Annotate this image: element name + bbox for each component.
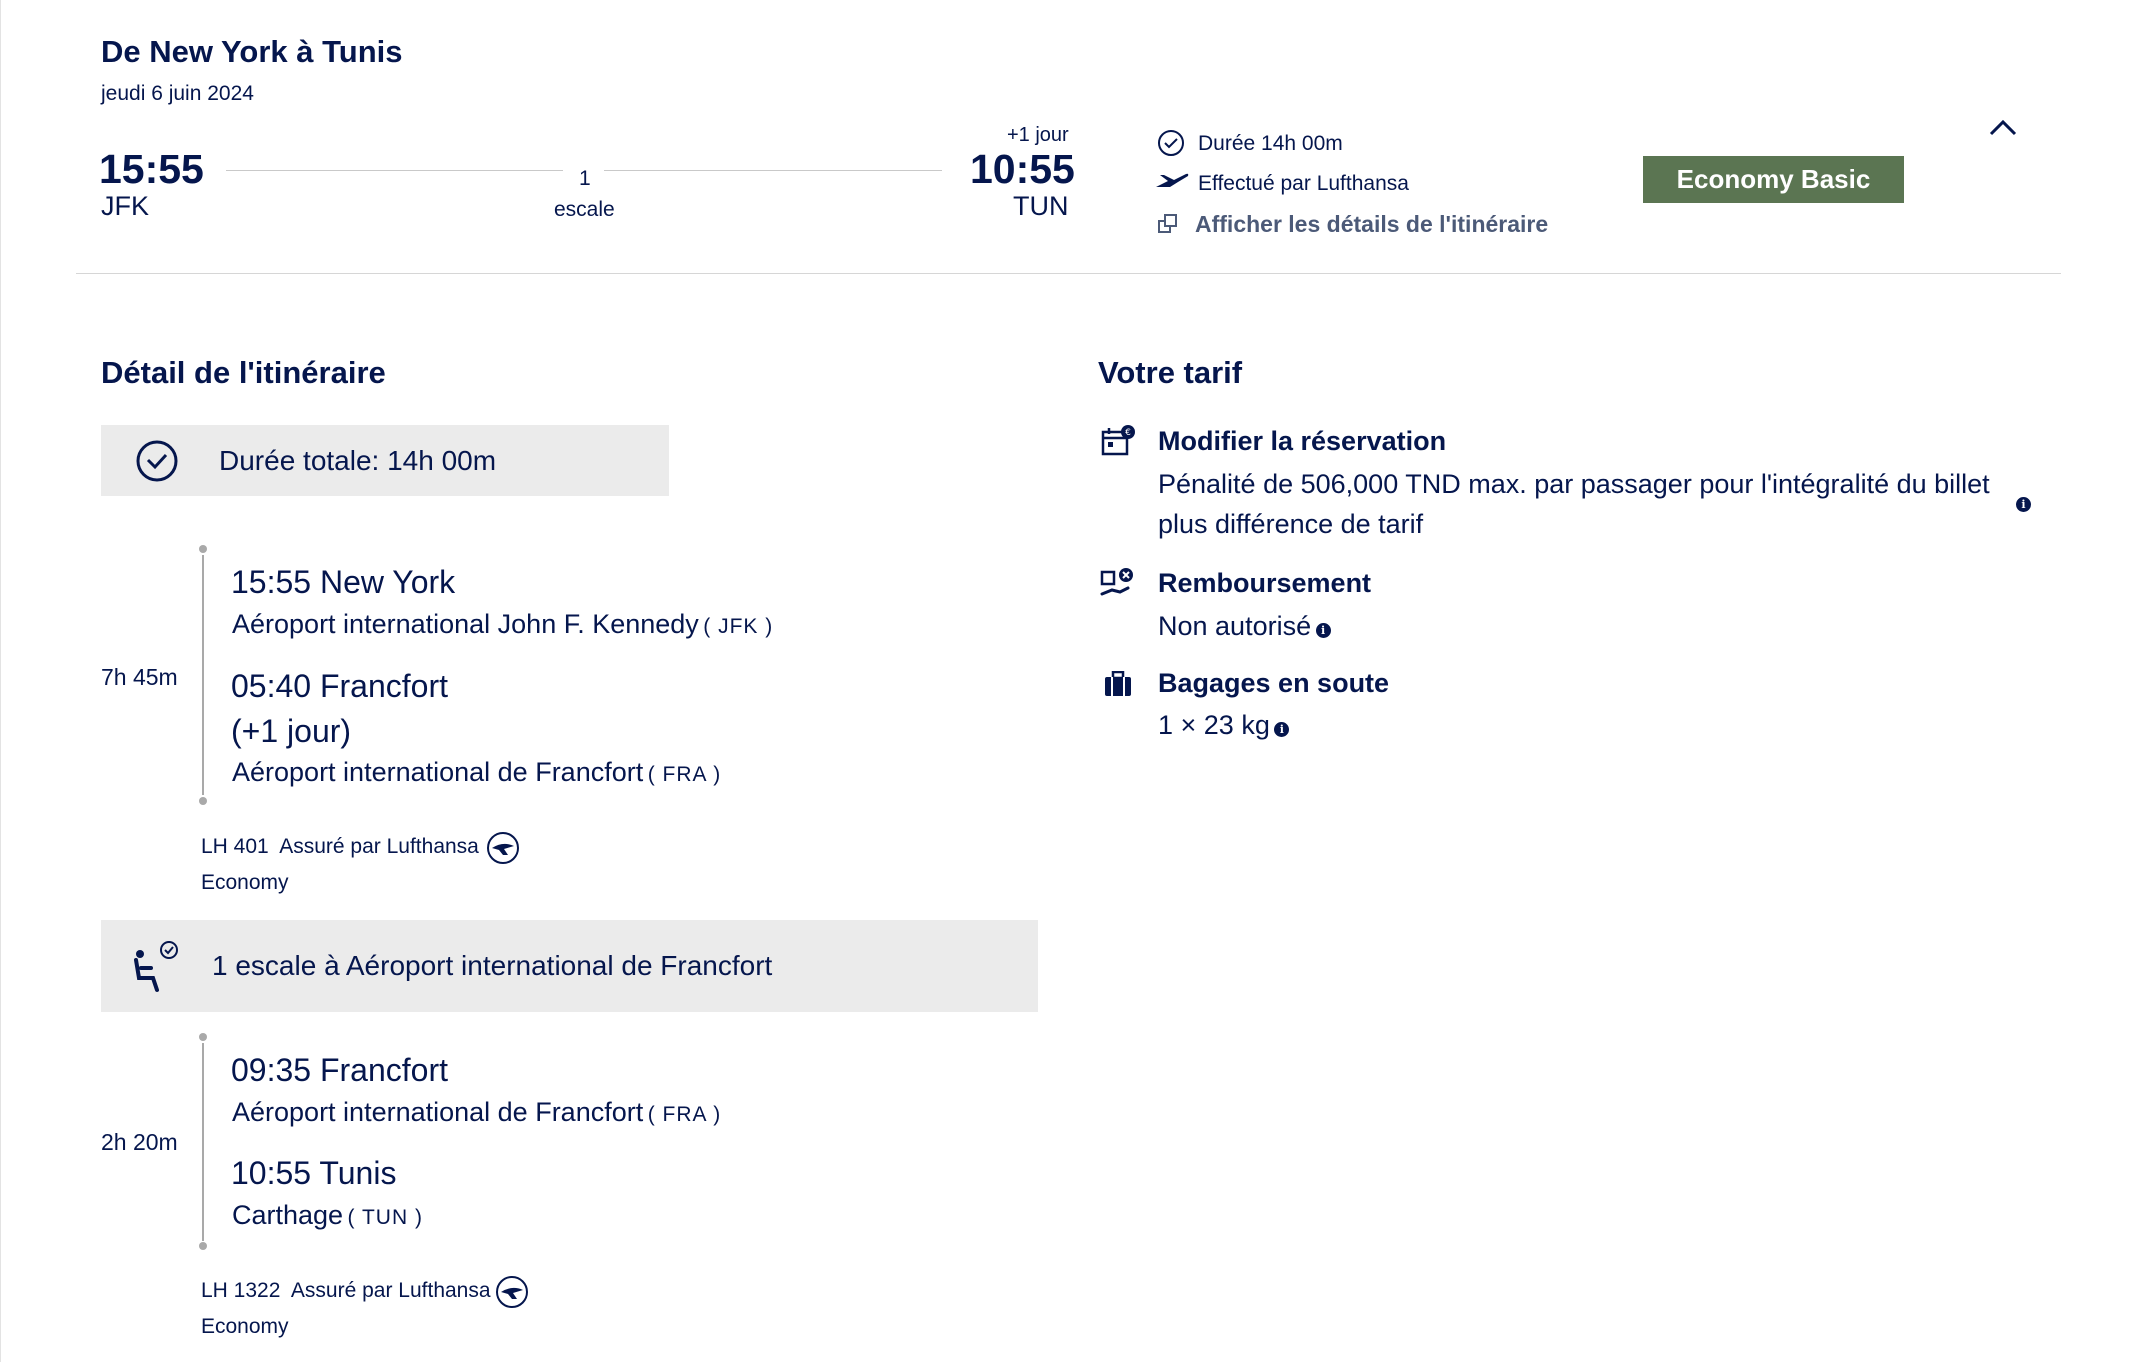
segment1-arrival-airport-row: Aéroport international de Francfort ( FR…	[232, 757, 721, 788]
segment2-departure-airport: Aéroport international de Francfort	[232, 1097, 644, 1127]
segment1-departure-airport: Aéroport international John F. Kennedy	[232, 609, 699, 639]
segment1-arrival-code: ( FRA )	[647, 763, 722, 786]
arrival-time: 10:55	[970, 146, 1075, 192]
total-duration: Durée totale: 14h 00m	[219, 445, 497, 476]
day-offset: +1 jour	[1007, 124, 1069, 146]
segment2-departure-code: ( FRA )	[647, 1103, 722, 1126]
change-booking-value-1: Pénalité de 506,000 TND max. par passage…	[1158, 469, 1990, 499]
arrival-code: TUN	[1013, 191, 1069, 221]
segment1-flight-row: LH 401 Assuré par Lufthansa	[201, 835, 479, 859]
lufthansa-logo-icon	[496, 1276, 528, 1308]
segment2-arrival: 10:55 Tunis	[231, 1155, 397, 1191]
duration-info: Durée 14h 00m	[1198, 132, 1343, 155]
calendar-change-icon: €	[1101, 425, 1135, 456]
layover-panel: 1 escale à Aéroport international de Fra…	[101, 920, 1038, 1012]
segment1-arrival: 05:40 Francfort	[231, 668, 448, 704]
fare-title: Votre tarif	[1098, 355, 1243, 390]
segment2-departure-airport-row: Aéroport international de Francfort ( FR…	[232, 1097, 721, 1128]
plane-icon	[1156, 173, 1189, 187]
itinerary-title: Détail de l'itinéraire	[101, 355, 386, 390]
segment1-departure-code: ( JFK )	[703, 615, 774, 638]
segment2-arrival-code: ( TUN )	[347, 1206, 423, 1229]
route-line-left	[226, 170, 563, 171]
departure-time: 15:55	[99, 146, 204, 192]
seat-clock-icon	[134, 941, 178, 992]
segment1-arrival-airport: Aéroport international de Francfort	[232, 757, 644, 787]
refund-value-row: Non autorisé i	[1158, 611, 1331, 642]
route-title: De New York à Tunis	[101, 34, 403, 69]
fare-economy-basic-button[interactable]: Economy Basic	[1643, 156, 1904, 203]
segment2-flight-number: LH 1322	[201, 1279, 281, 1302]
layover-text: 1 escale à Aéroport international de Fra…	[212, 950, 773, 981]
segment1-flight-number: LH 401	[201, 835, 269, 858]
refund-icon	[1100, 568, 1133, 596]
clock-icon	[1158, 130, 1184, 156]
info-icon[interactable]: i	[2016, 497, 2031, 512]
baggage-icon	[1105, 671, 1131, 696]
flight-details-page: De New York à Tunis jeudi 6 juin 2024 15…	[0, 0, 2134, 1362]
segment2-arrival-airport-row: Carthage ( TUN )	[232, 1200, 423, 1231]
segment2-operated: Assuré par Lufthansa	[290, 1279, 491, 1302]
segment2-cabin: Economy	[201, 1315, 289, 1338]
baggage-label: Bagages en soute	[1158, 668, 1390, 698]
timeline-dot	[199, 1242, 207, 1250]
segment1-cabin: Economy	[201, 871, 289, 894]
segment2-departure: 09:35 Francfort	[231, 1052, 448, 1088]
baggage-value: 1 × 23 kg	[1158, 710, 1270, 740]
timeline-dot	[199, 797, 207, 805]
timeline-dot	[199, 1033, 207, 1041]
departure-code: JFK	[101, 191, 150, 221]
segment2-arrival-airport: Carthage	[232, 1200, 344, 1230]
info-icon[interactable]: i	[1315, 623, 1331, 639]
travel-date: jeudi 6 juin 2024	[101, 82, 254, 105]
refund-value: Non autorisé	[1158, 611, 1312, 641]
route-line-right	[604, 170, 942, 171]
stops-label: escale	[554, 198, 615, 221]
header-divider	[76, 273, 2061, 274]
external-link-icon[interactable]	[1157, 213, 1179, 235]
total-duration-panel: Durée totale: 14h 00m	[101, 425, 669, 496]
segment1-arrival-day: (+1 jour)	[231, 713, 352, 749]
segment1-duration: 7h 45m	[101, 664, 178, 690]
info-icon[interactable]: i	[1274, 722, 1290, 738]
segment2-duration: 2h 20m	[101, 1129, 178, 1155]
segment1-departure-airport-row: Aéroport international John F. Kennedy (…	[232, 609, 773, 640]
lufthansa-logo-icon	[487, 832, 519, 864]
refund-label: Remboursement	[1158, 568, 1372, 598]
change-booking-label: Modifier la réservation	[1158, 426, 1447, 456]
timeline-line	[202, 1043, 204, 1241]
svg-text:€: €	[1125, 428, 1131, 438]
timeline-line	[202, 555, 204, 795]
segment2-flight-row: LH 1322 Assuré par Lufthansa	[201, 1279, 491, 1303]
stops-count: 1	[579, 167, 591, 190]
clock-icon	[136, 440, 178, 482]
timeline-dot	[199, 545, 207, 553]
baggage-value-row: 1 × 23 kg i	[1158, 710, 1290, 741]
segment1-operated: Assuré par Lufthansa	[279, 835, 479, 858]
segment1-departure: 15:55 New York	[231, 564, 456, 600]
operated-by: Effectué par Lufthansa	[1198, 172, 1409, 195]
change-booking-value-2: plus différence de tarif	[1158, 509, 1424, 539]
itinerary-details-link[interactable]: Afficher les détails de l'itinéraire	[1195, 211, 1548, 238]
chevron-up-icon[interactable]	[1988, 116, 2018, 140]
